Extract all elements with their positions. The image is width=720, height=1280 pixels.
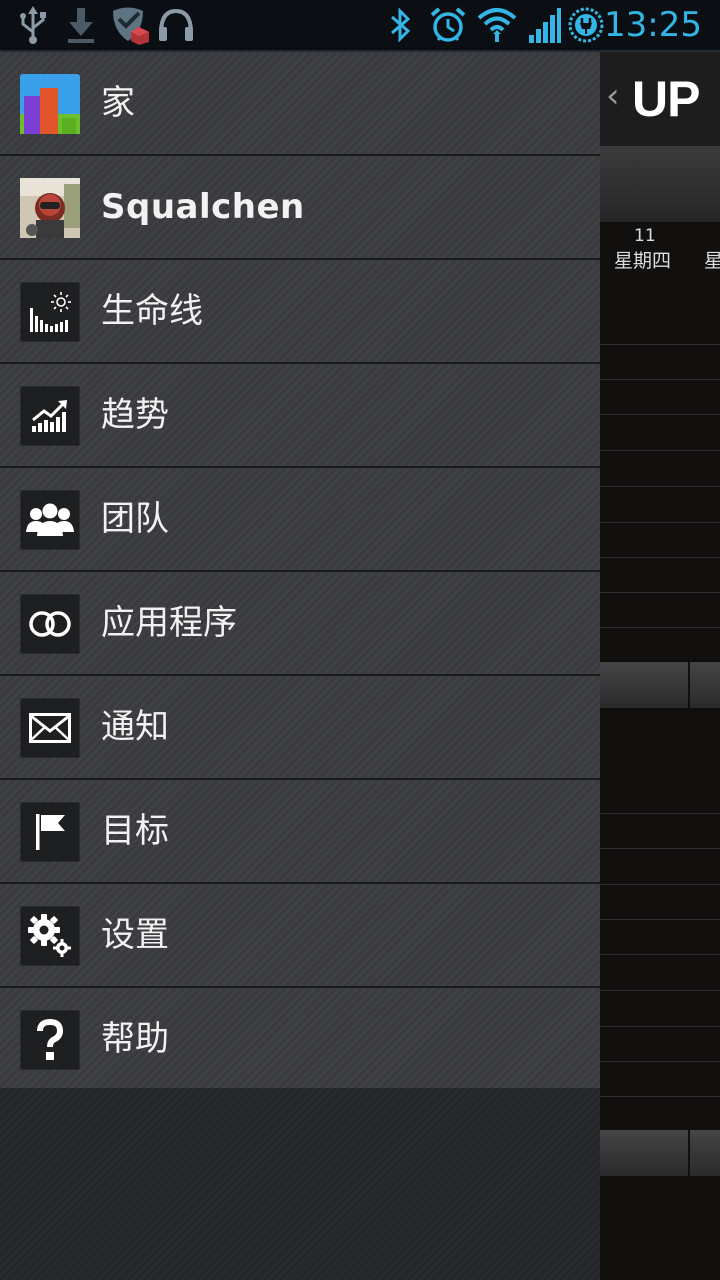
day-name-next: 星 <box>704 250 720 272</box>
drawer-item-label: 生命线 <box>101 291 203 331</box>
grid-line <box>600 884 720 885</box>
status-bar: 13:25 <box>0 0 720 52</box>
signal-icon <box>526 6 562 44</box>
drawer-item-team[interactable]: 团队 <box>0 468 600 572</box>
avatar <box>20 178 80 238</box>
day-name: 星期四 <box>614 250 672 272</box>
drawer-item-help[interactable]: 帮助 <box>0 988 600 1092</box>
grid-line <box>600 557 720 558</box>
app-header[interactable]: ‹ UP <box>600 52 720 146</box>
grid-band <box>600 1130 720 1176</box>
grid-line <box>600 344 720 345</box>
trends-icon <box>20 386 80 446</box>
grid-line <box>600 990 720 991</box>
grid-line <box>600 919 720 920</box>
battery-charging-icon <box>566 6 606 44</box>
drawer-empty-area <box>0 1088 600 1280</box>
grid-line <box>600 486 720 487</box>
drawer-item-label: 目标 <box>101 811 169 851</box>
drawer-item-lifeline[interactable]: 生命线 <box>0 260 600 364</box>
drawer-item-label: 通知 <box>101 707 169 747</box>
navigation-drawer: 家 Squalchen 生命线 趋势 团队 应用程序 通知 目标 设置 帮助 <box>0 52 600 1280</box>
grid-line <box>600 627 720 628</box>
drawer-item-trends[interactable]: 趋势 <box>0 364 600 468</box>
grid-band <box>600 662 720 708</box>
wifi-icon <box>476 6 518 44</box>
drawer-item-label: 趋势 <box>101 395 169 435</box>
status-clock: 13:25 <box>604 5 702 45</box>
download-icon <box>64 6 98 44</box>
grid-line <box>600 813 720 814</box>
grid-line <box>600 1061 720 1062</box>
apps-rings-icon <box>20 594 80 654</box>
drawer-item-label: 应用程序 <box>101 603 237 643</box>
drawer-item-label: 家 <box>101 83 135 123</box>
alarm-icon <box>428 6 468 44</box>
drawer-item-profile[interactable]: Squalchen <box>0 156 600 260</box>
back-chevron-icon[interactable]: ‹ <box>606 76 620 116</box>
drawer-item-label: Squalchen <box>101 187 305 227</box>
gear-icon <box>20 906 80 966</box>
drawer-item-label: 团队 <box>101 499 169 539</box>
drawer-item-goals[interactable]: 目标 <box>0 780 600 884</box>
lifeline-icon <box>20 282 80 342</box>
day-column-header: 11 星期四 星 <box>600 222 720 284</box>
usb-icon <box>16 6 50 44</box>
drawer-item-label: 帮助 <box>101 1019 169 1059</box>
bluetooth-icon <box>386 6 414 44</box>
mail-icon <box>20 698 80 758</box>
app-title: UP <box>632 71 700 127</box>
grid-line <box>600 1096 720 1097</box>
background-app[interactable]: ‹ UP 11 星期四 星 <box>600 52 720 1280</box>
drawer-item-home[interactable]: 家 <box>0 52 600 156</box>
drawer-item-label: 设置 <box>101 915 169 955</box>
flag-icon <box>20 802 80 862</box>
vpn-shield-icon <box>108 6 152 45</box>
grid-line <box>600 379 720 380</box>
grid-line <box>600 414 720 415</box>
grid-line <box>600 450 720 451</box>
grid-line <box>600 848 720 849</box>
question-icon <box>20 1010 80 1070</box>
drawer-item-settings[interactable]: 设置 <box>0 884 600 988</box>
drawer-item-apps[interactable]: 应用程序 <box>0 572 600 676</box>
header-band <box>600 146 720 222</box>
drawer-item-notifications[interactable]: 通知 <box>0 676 600 780</box>
grid-line <box>600 1026 720 1027</box>
grid-line <box>600 522 720 523</box>
home-app-icon <box>20 74 80 134</box>
headphones-icon <box>156 6 196 44</box>
day-number: 11 <box>634 226 656 246</box>
team-icon <box>20 490 80 550</box>
grid-line <box>600 592 720 593</box>
grid-line <box>600 954 720 955</box>
